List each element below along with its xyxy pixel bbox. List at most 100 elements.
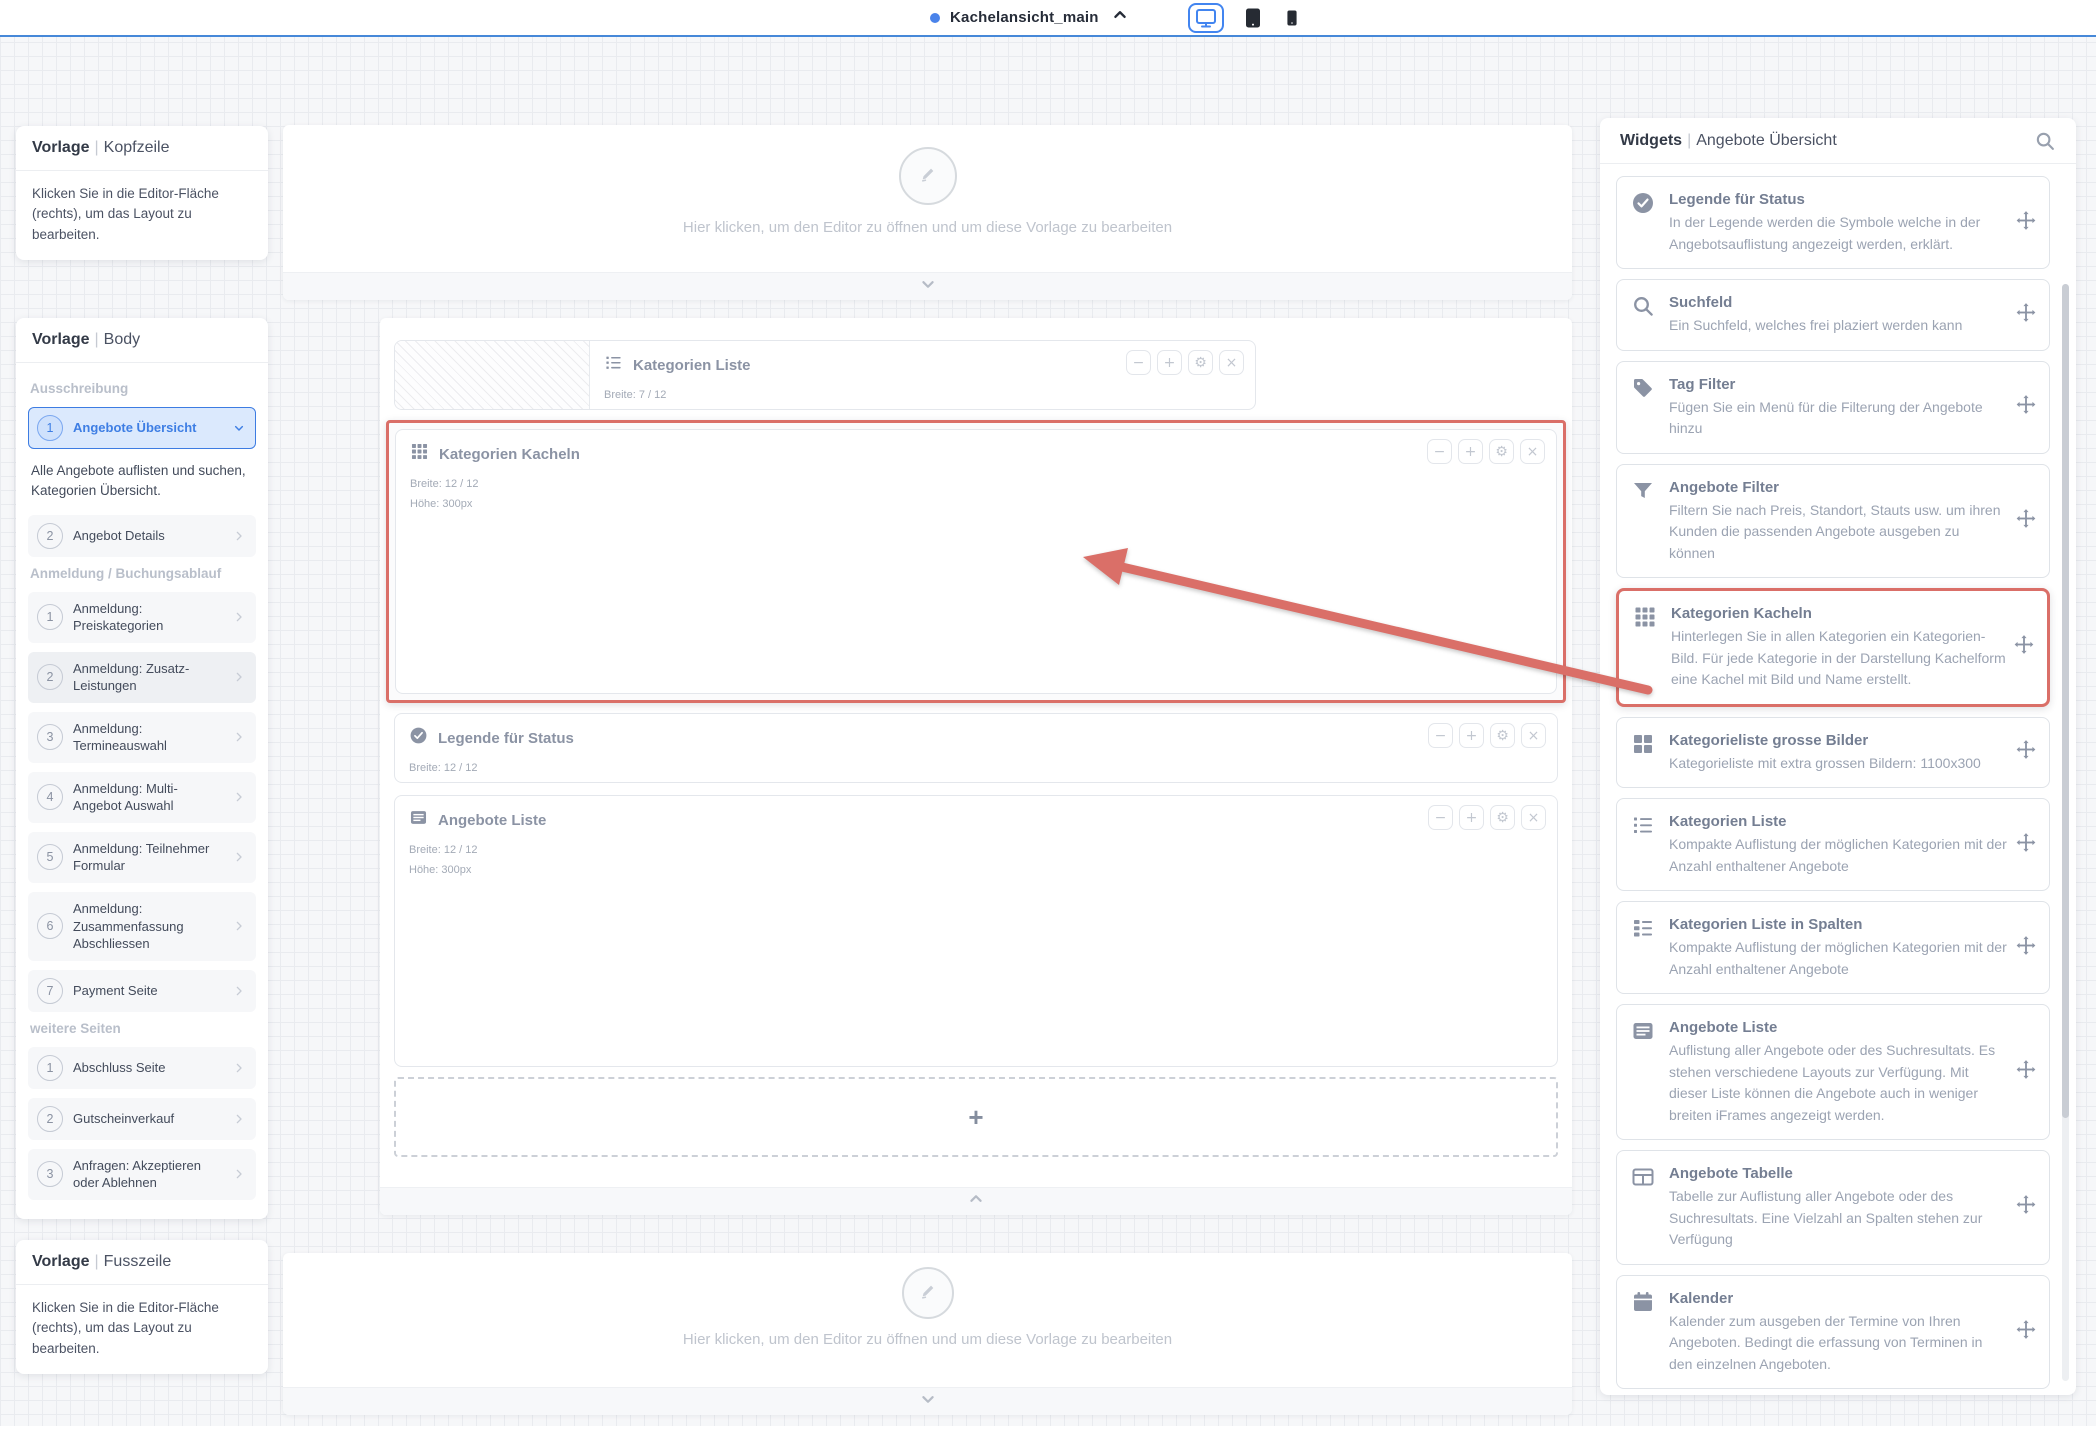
- edit-pencil-icon[interactable]: [902, 1267, 954, 1319]
- sidebar-page-item[interactable]: 4Anmeldung: Multi-Angebot Auswahl: [28, 772, 256, 823]
- move-handle-icon[interactable]: [2015, 1194, 2037, 1221]
- remove-button[interactable]: ×: [1520, 439, 1545, 464]
- scrollbar-thumb[interactable]: [2062, 284, 2069, 1118]
- collapse-button[interactable]: −: [1126, 350, 1151, 375]
- sidebar-page-item[interactable]: 3Anmeldung: Termineauswahl: [28, 712, 256, 763]
- add-widget-dropzone[interactable]: +: [394, 1077, 1558, 1157]
- desktop-preview-button[interactable]: [1188, 3, 1224, 33]
- canvas-widget-meta: Breite: 12 / 12 Höhe: 300px: [409, 841, 1543, 881]
- sidebar-page-item[interactable]: 2 Angebot Details: [28, 515, 256, 557]
- sidebar-page-item[interactable]: 1Anmeldung: Preiskategorien: [28, 592, 256, 643]
- sidebar-page-item[interactable]: 2Anmeldung: Zusatz-Leistungen: [28, 652, 256, 703]
- page-item-label: Anmeldung: Multi-Angebot Auswahl: [73, 780, 221, 815]
- sidebar-page-item[interactable]: 2Gutscheinverkauf: [28, 1098, 256, 1140]
- funnel-icon: [1631, 478, 1655, 565]
- settings-button[interactable]: ⚙: [1490, 723, 1515, 748]
- footer-editor-click-area[interactable]: Hier klicken, um den Editor zu öffnen un…: [283, 1253, 1572, 1348]
- collapse-button[interactable]: −: [1428, 805, 1453, 830]
- widget-description: Auflistung aller Angebote oder des Suchr…: [1669, 1040, 2009, 1126]
- widget-card[interactable]: Angebote Tabelle Tabelle zur Auflistung …: [1616, 1150, 2050, 1265]
- canvas-widget[interactable]: Angebote Liste Breite: 12 / 12 Höhe: 300…: [395, 796, 1557, 1066]
- settings-button[interactable]: ⚙: [1188, 350, 1213, 375]
- sidebar-page-item[interactable]: 1Angebote Übersicht: [28, 407, 256, 449]
- sidebar-page-item[interactable]: 6Anmeldung: Zusammenfassung Abschliessen: [28, 892, 256, 961]
- canvas-block[interactable]: Kategorien Liste Breite: 7 / 12 Höhe: 80…: [394, 340, 1256, 410]
- canvas-widget-title: Angebote Liste: [438, 812, 546, 829]
- canvas-block[interactable]: Legende für Status Breite: 12 / 12 Höhe:…: [394, 713, 1558, 783]
- chevron-right-icon: [231, 1166, 247, 1182]
- widget-card[interactable]: Kalender Kalender zum ausgeben der Termi…: [1616, 1275, 2050, 1390]
- chevron-right-icon: [231, 609, 247, 625]
- widget-card[interactable]: Kategorieliste grosse Bilder Kategorieli…: [1616, 717, 2050, 789]
- sidebar-page-item[interactable]: 5Anmeldung: Teilnehmer Formular: [28, 832, 256, 883]
- expand-button[interactable]: +: [1459, 723, 1484, 748]
- phone-preview-button[interactable]: [1282, 8, 1302, 28]
- collapse-button[interactable]: −: [1428, 723, 1453, 748]
- page-item-label: Gutscheinverkauf: [73, 1110, 221, 1128]
- page-item-label: Angebot Details: [73, 527, 221, 545]
- remove-button[interactable]: ×: [1219, 350, 1244, 375]
- chevron-up-icon: [1109, 4, 1131, 31]
- move-handle-icon[interactable]: [2015, 301, 2037, 328]
- grid2-icon: [1631, 731, 1655, 775]
- sidebar-page-item[interactable]: 7Payment Seite: [28, 970, 256, 1012]
- vorlage-kopfzeile-card: Vorlage|Kopfzeile Klicken Sie in die Edi…: [16, 126, 268, 260]
- edit-pencil-icon[interactable]: [899, 147, 957, 205]
- remove-button[interactable]: ×: [1521, 805, 1546, 830]
- header-editor-click-area[interactable]: Hier klicken, um den Editor zu öffnen un…: [283, 125, 1572, 236]
- footer-expander[interactable]: [283, 1387, 1572, 1415]
- header-expander[interactable]: [283, 272, 1572, 300]
- widget-card[interactable]: Legende für Status In der Legende werden…: [1616, 176, 2050, 269]
- move-handle-icon[interactable]: [2015, 507, 2037, 534]
- search-icon[interactable]: [2034, 130, 2056, 152]
- canvas-widget[interactable]: Legende für Status Breite: 12 / 12 Höhe:…: [395, 714, 1557, 782]
- card-title: Vorlage|Body: [16, 318, 268, 363]
- remove-button[interactable]: ×: [1521, 723, 1546, 748]
- chevron-right-icon: [231, 528, 247, 544]
- expand-button[interactable]: +: [1459, 805, 1484, 830]
- card-help-text: Klicken Sie in die Editor-Fläche (rechts…: [16, 1285, 268, 1374]
- settings-button[interactable]: ⚙: [1490, 805, 1515, 830]
- widget-card[interactable]: Kategorien Kacheln Hinterlegen Sie in al…: [1616, 588, 2050, 707]
- move-handle-icon[interactable]: [2015, 209, 2037, 236]
- move-handle-icon[interactable]: [2015, 739, 2037, 766]
- tablet-preview-button[interactable]: [1241, 6, 1265, 30]
- widget-card[interactable]: Tag Filter Fügen Sie ein Menü für die Fi…: [1616, 361, 2050, 454]
- page-item-label: Anmeldung: Teilnehmer Formular: [73, 840, 221, 875]
- list-icon: [604, 353, 623, 377]
- widget-card[interactable]: Kategorien Liste Kompakte Auflistung der…: [1616, 798, 2050, 891]
- chevron-down-icon: [917, 1388, 939, 1415]
- canvas-widget[interactable]: Kategorien Kacheln Breite: 12 / 12 Höhe:…: [396, 430, 1556, 693]
- move-handle-icon[interactable]: [2013, 634, 2035, 661]
- sidebar-page-item[interactable]: 1Abschluss Seite: [28, 1047, 256, 1089]
- widget-card[interactable]: Suchfeld Ein Suchfeld, welches frei plaz…: [1616, 279, 2050, 351]
- widget-card[interactable]: Angebote Filter Filtern Sie nach Preis, …: [1616, 464, 2050, 579]
- chevron-right-icon: [231, 1060, 247, 1076]
- expand-button[interactable]: +: [1458, 439, 1483, 464]
- body-expander[interactable]: [380, 1187, 1572, 1215]
- widget-title: Suchfeld: [1669, 293, 1962, 313]
- move-handle-icon[interactable]: [2015, 831, 2037, 858]
- move-handle-icon[interactable]: [2015, 1318, 2037, 1345]
- widget-card[interactable]: Kategorien Liste in Spalten Kompakte Auf…: [1616, 901, 2050, 994]
- move-handle-icon[interactable]: [2015, 394, 2037, 421]
- widget-card[interactable]: Angebote Liste Auflistung aller Angebote…: [1616, 1004, 2050, 1140]
- step-number: 2: [37, 523, 63, 549]
- canvas-block[interactable]: Kategorien Kacheln Breite: 12 / 12 Höhe:…: [395, 429, 1557, 694]
- move-handle-icon[interactable]: [2015, 934, 2037, 961]
- collapse-button[interactable]: −: [1427, 439, 1452, 464]
- header-template-editor[interactable]: Hier klicken, um den Editor zu öffnen un…: [283, 125, 1572, 300]
- canvas-widget[interactable]: Kategorien Liste Breite: 7 / 12 Höhe: 80…: [590, 341, 1255, 409]
- footer-template-editor[interactable]: Hier klicken, um den Editor zu öffnen un…: [283, 1253, 1572, 1415]
- template-selector[interactable]: Kachelansicht_main: [930, 0, 1131, 35]
- card-title: Vorlage|Kopfzeile: [16, 126, 268, 171]
- widget-description: Kategorieliste mit extra grossen Bildern…: [1669, 753, 1981, 775]
- expand-button[interactable]: +: [1157, 350, 1182, 375]
- canvas-block[interactable]: Angebote Liste Breite: 12 / 12 Höhe: 300…: [394, 795, 1558, 1067]
- page-item-label: Payment Seite: [73, 982, 221, 1000]
- sidebar-page-item[interactable]: 3Anfragen: Akzeptieren oder Ablehnen: [28, 1149, 256, 1200]
- settings-button[interactable]: ⚙: [1489, 439, 1514, 464]
- move-handle-icon[interactable]: [2015, 1059, 2037, 1086]
- widget-title: Kalender: [1669, 1289, 2009, 1309]
- scrollbar-track[interactable]: [2062, 284, 2069, 1381]
